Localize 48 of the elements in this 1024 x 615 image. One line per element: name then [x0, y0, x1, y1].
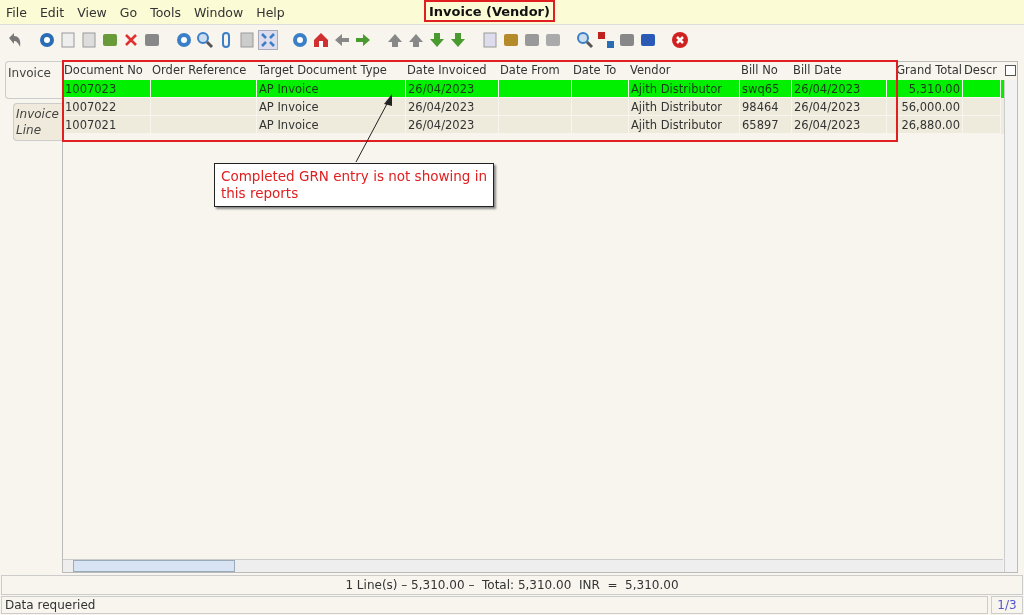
last-record-icon[interactable]	[449, 31, 467, 49]
back-icon[interactable]	[333, 31, 351, 49]
square-icon[interactable]	[639, 31, 657, 49]
next-record-icon[interactable]	[428, 31, 446, 49]
column-chooser-icon[interactable]	[1005, 65, 1016, 76]
column-header[interactable]: Target Document Type	[257, 62, 406, 80]
column-header[interactable]: Order Reference	[151, 62, 257, 80]
window-title: Invoice (Vendor)	[424, 0, 555, 22]
vertical-scrollbar[interactable]	[1004, 80, 1017, 572]
column-header[interactable]: Date To	[572, 62, 629, 80]
table-cell: 26,880.00	[887, 116, 963, 134]
horizontal-scrollbar[interactable]	[63, 559, 1003, 572]
table-cell: 26/04/2023	[406, 116, 499, 134]
summary-bar: 1 Line(s) – 5,310.00 – Total: 5,310.00 INR = 5,310.00	[1, 575, 1023, 595]
zoom-icon[interactable]	[576, 31, 594, 49]
tab[interactable]: Invoice Line	[13, 103, 62, 141]
column-header[interactable]: Vendor	[629, 62, 740, 80]
menu-item[interactable]: Window	[193, 4, 244, 20]
menu-item[interactable]: Go	[119, 4, 138, 20]
menu-item[interactable]: Help	[256, 4, 285, 20]
column-header[interactable]: Bill No	[740, 62, 792, 80]
column-header[interactable]: Document No	[63, 62, 151, 80]
table-cell: 1007021	[63, 116, 151, 134]
annotation-callout: Completed GRN entry is not showing in this reports	[214, 163, 494, 207]
close-icon[interactable]	[671, 31, 689, 49]
forward-icon[interactable]	[354, 31, 372, 49]
table-row[interactable]: 1007022 AP Invoice 26/04/2023 Ajith Distributor 98464 26/04/2023 56,000.00	[63, 98, 1004, 116]
expand-icon[interactable]	[259, 31, 277, 49]
menu-item[interactable]: View	[77, 4, 107, 20]
table-cell: 65897	[740, 116, 792, 134]
menu-item[interactable]: File	[6, 4, 27, 20]
table-row[interactable]: 1007023 AP Invoice 26/04/2023 Ajith Distributor swq65 26/04/2023 5,310.00	[63, 80, 1004, 98]
table-cell: 26/04/2023	[792, 116, 887, 134]
square-icon[interactable]	[618, 31, 636, 49]
status-message: Data requeried	[1, 596, 988, 614]
table-cell: Ajith Distributor	[629, 116, 740, 134]
menu-item[interactable]: Tools	[150, 4, 181, 20]
search-icon[interactable]	[196, 31, 214, 49]
table-cell: AP Invoice	[257, 116, 406, 134]
column-header[interactable]: Descr	[963, 62, 1001, 80]
home-icon[interactable]	[312, 31, 330, 49]
tab[interactable]: Invoice	[5, 61, 62, 99]
menu-item[interactable]: Edit	[39, 4, 65, 20]
column-header[interactable]: Date Invoiced	[406, 62, 499, 80]
table-row[interactable]: 1007021 AP Invoice 26/04/2023 Ajith Distributor 65897 26/04/2023 26,880.00	[63, 116, 1004, 134]
column-header[interactable]: Date From	[499, 62, 572, 80]
record-counter: 1/3	[991, 596, 1023, 614]
column-header[interactable]: Bill Date	[792, 62, 887, 80]
